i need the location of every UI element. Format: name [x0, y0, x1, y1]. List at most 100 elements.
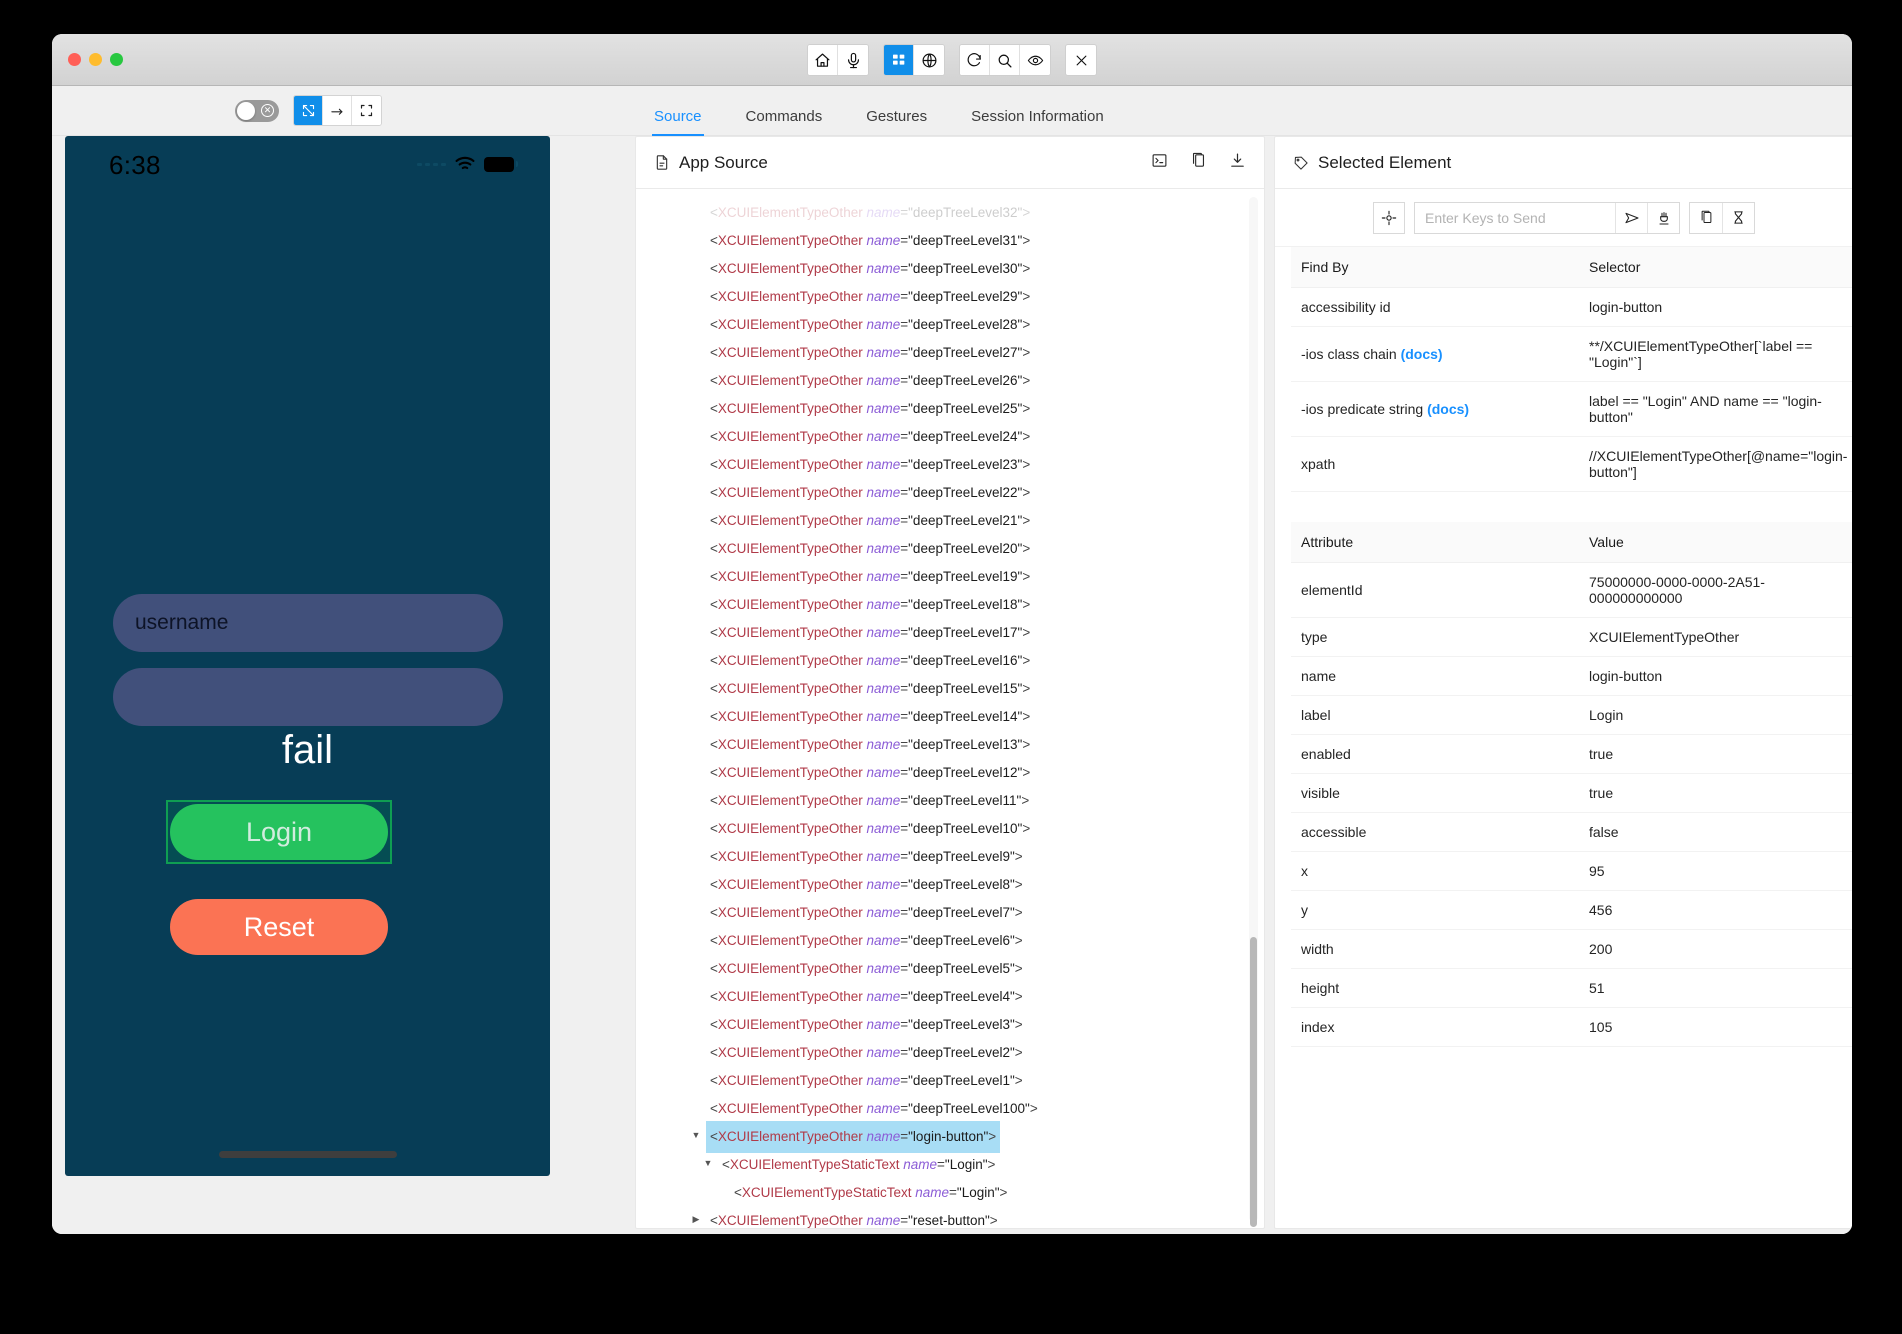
source-tree-node[interactable]: <XCUIElementTypeOther name="deepTreeLeve… [646, 281, 1264, 309]
table-row[interactable]: accessibility id login-button [1291, 287, 1852, 327]
table-row[interactable]: xpath//XCUIElementTypeOther[@name="login… [1291, 436, 1852, 492]
source-tree-node[interactable]: <XCUIElementTypeOther name="deepTreeLeve… [646, 925, 1264, 953]
source-tree-node[interactable]: <XCUIElementTypeOther name="deepTreeLeve… [646, 645, 1264, 673]
source-tree-node[interactable]: <XCUIElementTypeOther name="deepTreeLeve… [646, 1093, 1264, 1121]
send-keys-input[interactable] [1415, 202, 1615, 233]
table-row[interactable]: height 51 [1291, 968, 1852, 1008]
source-tree-node[interactable]: <XCUIElementTypeOther name="deepTreeLeve… [646, 449, 1264, 477]
table-row[interactable]: width 200 [1291, 929, 1852, 969]
table-row[interactable]: name login-button [1291, 656, 1852, 696]
source-tree-node[interactable]: <XCUIElementTypeOther name="deepTreeLeve… [646, 393, 1264, 421]
source-tree-node[interactable]: <XCUIElementTypeOther name="deepTreeLeve… [646, 953, 1264, 981]
app-source-button[interactable] [884, 45, 914, 75]
source-tree-node[interactable]: <XCUIElementTypeOther name="deepTreeLeve… [646, 365, 1264, 393]
table-row[interactable]: x 95 [1291, 851, 1852, 891]
file-icon [656, 155, 668, 170]
attribute-value-cell: 75000000-0000-0000-2A51-000000000000 [1579, 562, 1852, 618]
tab-session-information[interactable]: Session Information [949, 109, 1126, 136]
source-tree-node[interactable]: <XCUIElementTypeOther name="deepTreeLeve… [646, 197, 1264, 225]
attribute-table-header-row: Attribute Value [1291, 522, 1852, 563]
password-input[interactable] [113, 668, 503, 726]
source-view-controls: ✕ [235, 95, 382, 126]
tab-source[interactable]: Source [632, 109, 724, 136]
source-tree-node[interactable]: <XCUIElementTypeOther name="deepTreeLeve… [646, 337, 1264, 365]
source-tree-node[interactable]: <XCUIElementTypeOther name="deepTreeLeve… [646, 617, 1264, 645]
source-tree-node[interactable]: <XCUIElementTypeOther name="deepTreeLeve… [646, 533, 1264, 561]
table-row[interactable]: -ios class chain (docs) **/XCUIElementTyp… [1291, 326, 1852, 382]
chevron-down-icon[interactable]: ▼ [702, 1149, 714, 1177]
table-row[interactable]: enabled true [1291, 734, 1852, 774]
eye-button[interactable] [1020, 45, 1050, 75]
source-tree-node[interactable]: <XCUIElementTypeOther name="deepTreeLeve… [646, 729, 1264, 757]
tab-gestures[interactable]: Gestures [844, 109, 949, 136]
username-input[interactable]: username [113, 594, 503, 652]
source-tree-node[interactable]: <XCUIElementTypeOther name="deepTreeLeve… [646, 1009, 1264, 1037]
interaction-mode-group [293, 95, 382, 126]
source-tree-node[interactable]: ▶ <XCUIElementTypeOther name="reset-butto… [646, 1205, 1264, 1228]
device-screenshot[interactable]: 6:38 username fail Login Reset [65, 136, 550, 1176]
open-in-terminal-icon[interactable] [1151, 152, 1168, 174]
copy-attributes-button[interactable] [1690, 202, 1722, 233]
source-tree-node[interactable]: <XCUIElementTypeOther name="deepTreeLeve… [646, 701, 1264, 729]
chevron-right-icon[interactable]: ▶ [690, 1205, 702, 1228]
table-row[interactable]: index 105 [1291, 1007, 1852, 1047]
close-window-button[interactable] [68, 53, 81, 66]
download-xml-icon[interactable] [1229, 152, 1246, 174]
table-row[interactable]: type XCUIElementTypeOther [1291, 617, 1852, 657]
refresh-button[interactable] [960, 45, 990, 75]
source-tree-node[interactable]: <XCUIElementTypeOther name="deepTreeLeve… [646, 1037, 1264, 1065]
source-tree-node[interactable]: <XCUIElementTypeOther name="deepTreeLeve… [646, 505, 1264, 533]
window-titlebar [52, 34, 1852, 86]
attribute-name-cell: name [1291, 656, 1579, 696]
source-tree-node[interactable]: ▼ <XCUIElementTypeStaticText name="Login"… [646, 1149, 1264, 1177]
hourglass-timer-button[interactable] [1722, 202, 1754, 233]
source-tree-node[interactable]: <XCUIElementTypeOther name="deepTreeLeve… [646, 757, 1264, 785]
source-tree-node[interactable]: <XCUIElementTypeOther name="deepTreeLeve… [646, 897, 1264, 925]
tab-commands[interactable]: Commands [724, 109, 845, 136]
table-row[interactable]: label Login [1291, 695, 1852, 735]
table-row[interactable]: visible true [1291, 773, 1852, 813]
table-row[interactable]: y 456 [1291, 890, 1852, 930]
source-tree-node-selected[interactable]: ▼ <XCUIElementTypeOther name="login-butto… [646, 1121, 1264, 1153]
source-tree-node[interactable]: <XCUIElementTypeOther name="deepTreeLeve… [646, 477, 1264, 505]
source-tree-node[interactable]: <XCUIElementTypeOther name="deepTreeLeve… [646, 253, 1264, 281]
source-tree-node[interactable]: <XCUIElementTypeOther name="deepTreeLeve… [646, 309, 1264, 337]
clear-text-button[interactable] [1647, 202, 1679, 233]
source-tree-node[interactable]: <XCUIElementTypeOther name="deepTreeLeve… [646, 589, 1264, 617]
source-tree-node[interactable]: <XCUIElementTypeOther name="deepTreeLeve… [646, 869, 1264, 897]
swipe-mode-button[interactable] [323, 96, 352, 125]
table-row[interactable]: accessible false [1291, 812, 1852, 852]
tap-target-icon[interactable] [1373, 201, 1405, 234]
app-source-scroll-area[interactable]: <XCUIElementTypeOther name="deepTreeLeve… [636, 189, 1264, 1228]
source-tree-node[interactable]: <XCUIElementTypeOther name="deepTreeLeve… [646, 981, 1264, 1009]
source-tree-node[interactable]: <XCUIElementTypeOther name="deepTreeLeve… [646, 561, 1264, 589]
chevron-down-icon[interactable]: ▼ [690, 1121, 702, 1149]
source-tree-node[interactable]: <XCUIElementTypeOther name="deepTreeLeve… [646, 1065, 1264, 1093]
zoom-window-button[interactable] [110, 53, 123, 66]
screenshot-toggle[interactable]: ✕ [235, 99, 279, 122]
source-tree-node[interactable]: <XCUIElementTypeOther name="deepTreeLeve… [646, 225, 1264, 253]
select-mode-button[interactable] [294, 96, 323, 125]
copy-xml-icon[interactable] [1190, 152, 1207, 174]
source-tree-node[interactable]: <XCUIElementTypeOther name="deepTreeLeve… [646, 785, 1264, 813]
minimize-window-button[interactable] [89, 53, 102, 66]
source-tree-node[interactable]: <XCUIElementTypeOther name="deepTreeLeve… [646, 421, 1264, 449]
table-row[interactable]: elementId 75000000-0000-0000-2A51-0000000… [1291, 562, 1852, 618]
docs-link[interactable]: (docs) [1401, 346, 1443, 362]
table-row[interactable]: -ios predicate string (docs) label == "Lo… [1291, 381, 1852, 437]
send-keys-button[interactable] [1615, 202, 1647, 233]
source-scrollbar[interactable] [1249, 197, 1258, 1227]
home-button[interactable] [808, 45, 838, 75]
source-tree-node[interactable]: <XCUIElementTypeOther name="deepTreeLeve… [646, 841, 1264, 869]
source-scrollbar-thumb[interactable] [1250, 937, 1257, 1227]
globe-button[interactable] [914, 45, 944, 75]
device-reset-button[interactable]: Reset [170, 899, 388, 955]
source-tree-node[interactable]: <XCUIElementTypeStaticText name="Login"> [646, 1177, 1264, 1205]
source-tree-node[interactable]: <XCUIElementTypeOther name="deepTreeLeve… [646, 673, 1264, 701]
search-button[interactable] [990, 45, 1020, 75]
source-tree-node[interactable]: <XCUIElementTypeOther name="deepTreeLeve… [646, 813, 1264, 841]
quit-session-button[interactable] [1066, 45, 1096, 75]
microphone-button[interactable] [838, 45, 868, 75]
docs-link[interactable]: (docs) [1427, 401, 1469, 417]
crop-frame-button[interactable] [352, 96, 381, 125]
